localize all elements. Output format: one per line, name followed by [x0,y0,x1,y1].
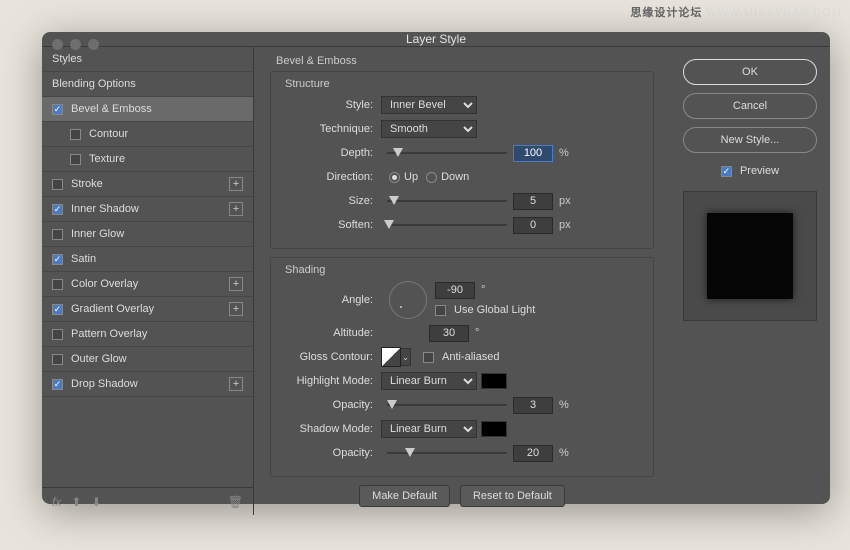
sidebar-item-label: Texture [89,153,243,165]
sidebar-item-label: Outer Glow [71,353,243,365]
arrow-down-icon[interactable]: ⬇ [91,495,101,509]
new-style-button[interactable]: New Style... [683,127,817,153]
direction-down-radio[interactable] [426,172,437,183]
size-input[interactable] [513,193,553,210]
sidebar-item-label: Stroke [71,178,229,190]
style-select[interactable]: Inner Bevel [381,96,477,114]
trash-icon[interactable]: 🗑 [228,495,243,509]
sidebar-item-label: Blending Options [52,78,243,90]
altitude-input[interactable] [429,325,469,342]
sidebar-item-drop-shadow[interactable]: Drop Shadow+ [42,372,253,397]
gloss-contour-swatch[interactable] [381,347,401,367]
sidebar-item-color-overlay[interactable]: Color Overlay+ [42,272,253,297]
size-slider[interactable] [387,194,507,208]
add-icon[interactable]: + [229,277,243,291]
checkbox[interactable] [52,279,63,290]
add-icon[interactable]: + [229,177,243,191]
angle-input[interactable] [435,282,475,299]
sidebar-item-label: Styles [52,53,243,65]
checkbox[interactable] [70,129,81,140]
sidebar-item-styles[interactable]: Styles [42,47,253,72]
highlight-mode-select[interactable]: Linear Burn [381,372,477,390]
sidebar-item-label: Drop Shadow [71,378,229,390]
sidebar-item-label: Gradient Overlay [71,303,229,315]
fx-icon[interactable]: fx [52,495,61,509]
gloss-contour-dropdown[interactable]: ⌄ [401,348,411,366]
shadow-mode-select[interactable]: Linear Burn [381,420,477,438]
make-default-button[interactable]: Make Default [359,485,450,507]
sidebar-item-label: Inner Glow [71,228,243,240]
watermark: 思缘设计论坛 WWW.MISSYUAN.COM [630,4,842,20]
add-icon[interactable]: + [229,202,243,216]
checkbox[interactable] [52,104,63,115]
shadow-color-swatch[interactable] [481,421,507,437]
sidebar-item-label: Contour [89,128,243,140]
soften-input[interactable] [513,217,553,234]
sidebar-footer: fx ⬆ ⬇ 🗑 [42,487,253,515]
reset-default-button[interactable]: Reset to Default [460,485,565,507]
sidebar-item-blending-options[interactable]: Blending Options [42,72,253,97]
sidebar-item-label: Satin [71,253,243,265]
sidebar-item-contour[interactable]: Contour [42,122,253,147]
sidebar-item-texture[interactable]: Texture [42,147,253,172]
technique-select[interactable]: Smooth [381,120,477,138]
sidebar-item-outer-glow[interactable]: Outer Glow [42,347,253,372]
shadow-opacity-input[interactable] [513,445,553,462]
window-controls[interactable] [52,39,99,50]
checkbox[interactable] [52,229,63,240]
checkbox[interactable] [52,179,63,190]
cancel-button[interactable]: Cancel [683,93,817,119]
checkbox[interactable] [52,204,63,215]
sidebar-item-label: Pattern Overlay [71,328,243,340]
sidebar-item-inner-shadow[interactable]: Inner Shadow+ [42,197,253,222]
layer-style-dialog: Layer Style Styles Blending Options Bevel … [42,32,830,504]
checkbox[interactable] [52,254,63,265]
sidebar-item-gradient-overlay[interactable]: Gradient Overlay+ [42,297,253,322]
sidebar-item-label: Color Overlay [71,278,229,290]
sidebar-item-bevel-emboss[interactable]: Bevel & Emboss [42,97,253,122]
titlebar: Layer Style [42,32,830,47]
depth-slider[interactable] [387,146,507,160]
checkbox[interactable] [70,154,81,165]
shadow-opacity-slider[interactable] [387,446,507,460]
soften-slider[interactable] [387,218,507,232]
arrow-up-icon[interactable]: ⬆ [71,495,81,509]
structure-heading: Structure [281,78,334,90]
angle-dial[interactable] [389,281,427,319]
sidebar-item-label: Bevel & Emboss [71,103,243,115]
preview-checkbox[interactable] [721,166,732,177]
ok-button[interactable]: OK [683,59,817,85]
checkbox[interactable] [52,304,63,315]
panel-title: Bevel & Emboss [276,55,654,67]
add-icon[interactable]: + [229,377,243,391]
highlight-opacity-slider[interactable] [387,398,507,412]
checkbox[interactable] [52,379,63,390]
checkbox[interactable] [52,354,63,365]
right-panel: OK Cancel New Style... Preview [670,47,830,515]
sidebar-item-inner-glow[interactable]: Inner Glow [42,222,253,247]
sidebar-item-satin[interactable]: Satin [42,247,253,272]
highlight-opacity-input[interactable] [513,397,553,414]
settings-panel: Bevel & Emboss Structure Style:Inner Bev… [254,47,670,515]
styles-sidebar: Styles Blending Options Bevel & Emboss Cont… [42,47,254,515]
sidebar-item-pattern-overlay[interactable]: Pattern Overlay [42,322,253,347]
sidebar-item-label: Inner Shadow [71,203,229,215]
preview-swatch [683,191,817,321]
sidebar-item-stroke[interactable]: Stroke+ [42,172,253,197]
checkbox[interactable] [52,329,63,340]
add-icon[interactable]: + [229,302,243,316]
direction-up-radio[interactable] [389,172,400,183]
dialog-title: Layer Style [406,32,466,46]
global-light-checkbox[interactable] [435,305,446,316]
highlight-color-swatch[interactable] [481,373,507,389]
shading-heading: Shading [281,264,329,276]
depth-input[interactable] [513,145,553,162]
antialiased-checkbox[interactable] [423,352,434,363]
